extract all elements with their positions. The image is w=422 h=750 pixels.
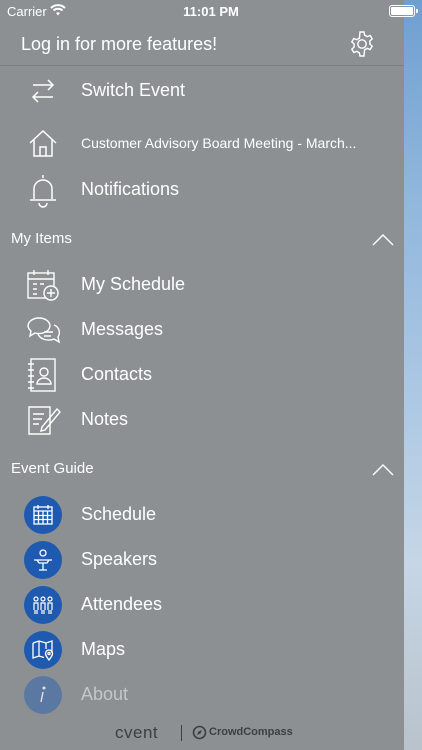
chevron-up-icon[interactable] xyxy=(372,464,394,476)
switch-event-label: Switch Event xyxy=(81,80,186,100)
notepad-icon xyxy=(28,406,61,435)
gear-icon[interactable] xyxy=(348,30,376,58)
schedule-icon-badge xyxy=(24,496,62,534)
chevron-up-icon[interactable] xyxy=(372,234,394,246)
menu-item-contacts[interactable]: Contacts xyxy=(0,353,404,397)
about-icon-badge xyxy=(24,676,62,714)
menu-item-about[interactable]: About xyxy=(0,673,404,717)
my-items-title: My Items xyxy=(11,230,72,247)
status-bar: Carrier 11:01 PM xyxy=(0,0,422,22)
calendar-add-icon xyxy=(27,270,59,301)
crowdcompass-logo-text: CrowdCompass xyxy=(209,726,293,738)
section-header-event-guide[interactable]: Event Guide xyxy=(0,454,404,484)
home-icon xyxy=(29,129,57,157)
speaker-podium-icon xyxy=(34,549,52,571)
contact-book-icon xyxy=(28,358,56,392)
menu-item-my-schedule[interactable]: My Schedule xyxy=(0,263,404,307)
current-event-label: Customer Advisory Board Meeting - March.… xyxy=(81,135,357,151)
notes-label: Notes xyxy=(81,409,129,429)
side-menu-panel: Carrier 11:01 PM Log in for more feature… xyxy=(0,0,418,750)
bell-icon xyxy=(30,175,56,208)
login-prompt-row[interactable]: Log in for more features! xyxy=(0,22,404,66)
cvent-logo: cvent xyxy=(115,723,159,742)
attendees-group-icon xyxy=(33,596,53,614)
map-pin-icon xyxy=(32,640,54,662)
menu-item-notifications[interactable]: Notifications xyxy=(0,168,404,212)
speakers-icon-badge xyxy=(24,541,62,579)
footer-divider xyxy=(181,725,182,741)
info-icon xyxy=(40,686,46,703)
menu-item-notes[interactable]: Notes xyxy=(0,398,404,442)
menu-item-schedule[interactable]: Schedule xyxy=(0,493,404,537)
login-prompt-text[interactable]: Log in for more features! xyxy=(21,34,217,55)
messages-label: Messages xyxy=(81,319,164,339)
footer-branding: cvent CrowdCompass xyxy=(0,722,404,744)
calendar-grid-icon xyxy=(33,505,53,525)
schedule-label: Schedule xyxy=(81,504,157,524)
speakers-label: Speakers xyxy=(81,549,158,569)
switch-arrows-icon xyxy=(31,79,55,103)
menu-item-current-event[interactable]: Customer Advisory Board Meeting - March.… xyxy=(0,121,404,165)
menu-item-messages[interactable]: Messages xyxy=(0,308,404,352)
menu-item-attendees[interactable]: Attendees xyxy=(0,583,404,627)
event-guide-title: Event Guide xyxy=(11,460,94,477)
notifications-label: Notifications xyxy=(81,179,180,199)
chat-bubbles-icon xyxy=(27,317,61,344)
menu-item-speakers[interactable]: Speakers xyxy=(0,538,404,582)
crowdcompass-logo-icon xyxy=(192,725,207,740)
attendees-label: Attendees xyxy=(81,594,163,614)
maps-icon-badge xyxy=(24,631,62,669)
attendees-icon-badge xyxy=(24,586,62,624)
about-label: About xyxy=(81,684,129,704)
background-backdrop xyxy=(404,0,422,750)
section-header-my-items[interactable]: My Items xyxy=(0,224,404,254)
my-schedule-label: My Schedule xyxy=(81,274,186,294)
contacts-label: Contacts xyxy=(81,364,153,384)
menu-item-switch-event[interactable]: Switch Event xyxy=(0,69,404,113)
battery-icon xyxy=(389,5,418,17)
clock-time: 11:01 PM xyxy=(183,4,239,19)
maps-label: Maps xyxy=(81,639,126,659)
menu-item-maps[interactable]: Maps xyxy=(0,628,404,672)
